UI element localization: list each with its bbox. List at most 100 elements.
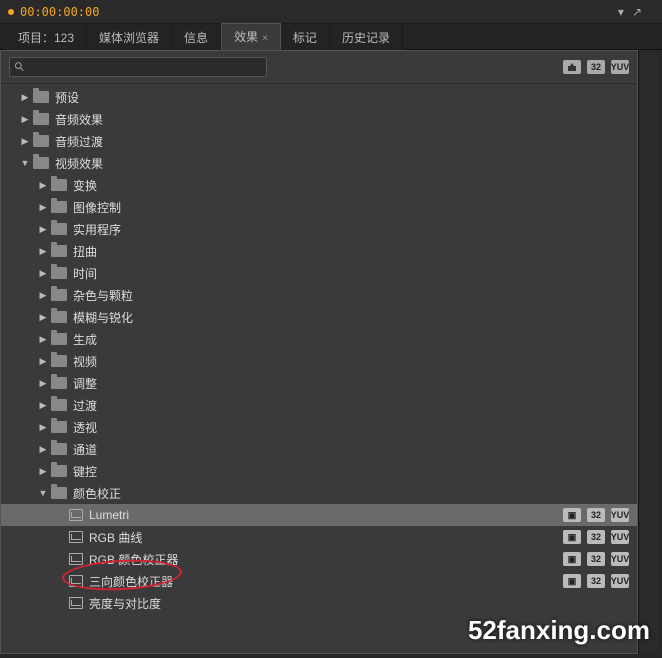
effect-icon xyxy=(69,553,83,565)
32bit-badge: 32 xyxy=(587,574,605,588)
chevron-right-icon[interactable]: ▶ xyxy=(37,465,49,477)
folder-icon xyxy=(51,223,67,235)
effect-lumetri[interactable]: ▶Lumetri ▣32YUV xyxy=(1,504,637,526)
tree-folder-imagectrl[interactable]: ▶图像控制 xyxy=(1,196,637,218)
folder-icon xyxy=(33,157,49,169)
yuv-badge[interactable]: YUV xyxy=(611,60,629,74)
tree-folder-audiotr[interactable]: ▶音频过渡 xyxy=(1,130,637,152)
chevron-right-icon[interactable]: ▶ xyxy=(37,311,49,323)
folder-icon xyxy=(51,179,67,191)
tab-history[interactable]: 历史记录 xyxy=(330,25,403,50)
chevron-right-icon[interactable]: ▶ xyxy=(19,113,31,125)
tree-folder-videofx[interactable]: ▼视频效果 xyxy=(1,152,637,174)
32bit-badge: 32 xyxy=(587,530,605,544)
folder-icon xyxy=(51,201,67,213)
tree-folder-transform[interactable]: ▶变换 xyxy=(1,174,637,196)
chevron-right-icon[interactable]: ▶ xyxy=(37,421,49,433)
tree-folder-keying[interactable]: ▶键控 xyxy=(1,460,637,482)
right-side-panel xyxy=(638,50,658,654)
folder-icon xyxy=(51,289,67,301)
effect-icon xyxy=(69,597,83,609)
accelerated-badge: ▣ xyxy=(563,530,581,544)
timecode[interactable]: 00:00:00:00 xyxy=(20,5,99,19)
folder-icon xyxy=(51,333,67,345)
close-icon[interactable]: × xyxy=(262,33,268,44)
32bit-badge: 32 xyxy=(587,552,605,566)
tab-media-browser[interactable]: 媒体浏览器 xyxy=(87,25,172,50)
search-input[interactable] xyxy=(9,57,267,77)
tree-folder-time[interactable]: ▶时间 xyxy=(1,262,637,284)
export-icon[interactable]: ↗ xyxy=(632,5,642,19)
folder-icon xyxy=(51,245,67,257)
tab-effects[interactable]: 效果× xyxy=(221,23,281,50)
tree-folder-distort[interactable]: ▶扭曲 xyxy=(1,240,637,262)
accelerated-badge[interactable] xyxy=(563,60,581,74)
32bit-badge: 32 xyxy=(587,508,605,522)
folder-icon xyxy=(51,377,67,389)
tree-folder-colorcorr[interactable]: ▼颜色校正 xyxy=(1,482,637,504)
chevron-right-icon[interactable]: ▶ xyxy=(37,399,49,411)
panel-tabs: 项目：123 媒体浏览器 信息 效果× 标记 历史记录 xyxy=(0,24,662,50)
chevron-right-icon[interactable]: ▶ xyxy=(37,179,49,191)
new-item-icon[interactable]: ▾ xyxy=(618,5,624,19)
folder-icon xyxy=(33,91,49,103)
yuv-badge: YUV xyxy=(611,508,629,522)
chevron-right-icon[interactable]: ▶ xyxy=(37,223,49,235)
effect-rgb-corrector[interactable]: ▶RGB 颜色校正器 ▣32YUV xyxy=(1,548,637,570)
folder-icon xyxy=(33,113,49,125)
effect-rgb-curves[interactable]: ▶RGB 曲线 ▣32YUV xyxy=(1,526,637,548)
chevron-right-icon[interactable]: ▶ xyxy=(37,245,49,257)
chevron-right-icon[interactable]: ▶ xyxy=(37,443,49,455)
tree-folder-channel[interactable]: ▶通道 xyxy=(1,438,637,460)
search-icon xyxy=(14,61,25,73)
accelerated-badge: ▣ xyxy=(563,508,581,522)
tree-folder-transition[interactable]: ▶过渡 xyxy=(1,394,637,416)
search-field[interactable] xyxy=(25,61,262,73)
tree-folder-generate[interactable]: ▶生成 xyxy=(1,328,637,350)
folder-icon xyxy=(51,311,67,323)
tab-project[interactable]: 项目：123 xyxy=(6,25,87,50)
folder-icon xyxy=(51,421,67,433)
playhead-dot xyxy=(8,9,14,15)
folder-icon xyxy=(51,267,67,279)
effects-panel: 32 YUV ▶预设 ▶音频效果 ▶音频过渡 ▼视频效果 ▶变换 ▶图像控制 ▶… xyxy=(0,50,638,654)
chevron-right-icon[interactable]: ▶ xyxy=(37,289,49,301)
chevron-right-icon[interactable]: ▶ xyxy=(37,355,49,367)
tree-folder-noise[interactable]: ▶杂色与颗粒 xyxy=(1,284,637,306)
tree-folder-video[interactable]: ▶视频 xyxy=(1,350,637,372)
chevron-right-icon[interactable]: ▶ xyxy=(37,267,49,279)
effect-icon xyxy=(69,575,83,587)
effect-icon xyxy=(69,531,83,543)
tab-markers[interactable]: 标记 xyxy=(281,25,330,50)
tree-folder-adjust[interactable]: ▶调整 xyxy=(1,372,637,394)
tree-folder-perspective[interactable]: ▶透视 xyxy=(1,416,637,438)
effects-tree: ▶预设 ▶音频效果 ▶音频过渡 ▼视频效果 ▶变换 ▶图像控制 ▶实用程序 ▶扭… xyxy=(1,84,637,650)
accelerated-badge: ▣ xyxy=(563,574,581,588)
yuv-badge: YUV xyxy=(611,530,629,544)
folder-icon xyxy=(51,443,67,455)
effect-icon xyxy=(69,509,83,521)
chevron-down-icon[interactable]: ▼ xyxy=(37,487,49,499)
tree-folder-utility[interactable]: ▶实用程序 xyxy=(1,218,637,240)
32bit-badge[interactable]: 32 xyxy=(587,60,605,74)
folder-icon xyxy=(51,465,67,477)
folder-icon xyxy=(51,355,67,367)
tree-folder-audiofx[interactable]: ▶音频效果 xyxy=(1,108,637,130)
folder-icon xyxy=(33,135,49,147)
effect-three-way[interactable]: ▶三向颜色校正器 ▣32YUV xyxy=(1,570,637,592)
tree-folder-presets[interactable]: ▶预设 xyxy=(1,86,637,108)
tree-folder-blur[interactable]: ▶模糊与锐化 xyxy=(1,306,637,328)
folder-icon xyxy=(51,399,67,411)
chevron-right-icon[interactable]: ▶ xyxy=(37,333,49,345)
chevron-right-icon[interactable]: ▶ xyxy=(19,135,31,147)
chevron-down-icon[interactable]: ▼ xyxy=(19,157,31,169)
effect-brightness-contrast[interactable]: ▶亮度与对比度 xyxy=(1,592,637,614)
folder-icon xyxy=(51,487,67,499)
chevron-right-icon[interactable]: ▶ xyxy=(37,377,49,389)
yuv-badge: YUV xyxy=(611,552,629,566)
chevron-right-icon[interactable]: ▶ xyxy=(19,91,31,103)
yuv-badge: YUV xyxy=(611,574,629,588)
accelerated-badge: ▣ xyxy=(563,552,581,566)
tab-info[interactable]: 信息 xyxy=(172,25,221,50)
chevron-right-icon[interactable]: ▶ xyxy=(37,201,49,213)
